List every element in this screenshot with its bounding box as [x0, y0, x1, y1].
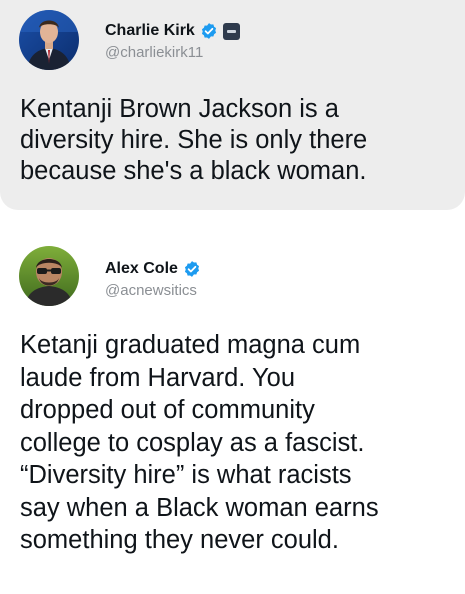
- avatar-alex-cole[interactable]: [19, 246, 79, 306]
- tweet-text-line: diversity hire. She is only there: [20, 126, 368, 154]
- tweet-text-line: something they never could.: [20, 526, 339, 554]
- affiliate-org-icon[interactable]: [222, 22, 240, 40]
- tweet-text-line: because she's a black woman.: [20, 157, 367, 185]
- author-name[interactable]: Alex Cole: [105, 260, 178, 278]
- verified-check-icon: [183, 260, 201, 278]
- author-name[interactable]: Charlie Kirk: [105, 22, 195, 40]
- tweet-text: Kentanji Brown Jackson is a diversity hi…: [20, 94, 453, 187]
- avatar-image: [19, 246, 79, 306]
- avatar-image: [19, 10, 79, 70]
- tweet-text-line: college to cosplay as a fascist.: [20, 428, 365, 457]
- author-name-row: Charlie Kirk: [105, 22, 240, 40]
- tweet-text-line: “Diversity hire” is what racists: [20, 461, 352, 489]
- verified-check-icon: [200, 22, 218, 40]
- screenshot-page: Charlie Kirk @charliekirk11 Kentanji Bro…: [0, 0, 465, 594]
- author-handle[interactable]: @charliekirk11: [105, 44, 203, 61]
- tweet-text: Ketanji graduated magna cum laude from H…: [20, 329, 453, 557]
- quoted-tweet-charlie-kirk[interactable]: Charlie Kirk @charliekirk11 Kentanji Bro…: [0, 0, 465, 210]
- tweet-text-line: dropped out of community: [20, 396, 315, 424]
- tweet-text-line: Kentanji Brown Jackson is a: [20, 95, 339, 123]
- tweet-text-line: say when a Black woman earns: [20, 493, 379, 522]
- avatar-charlie-kirk[interactable]: [19, 10, 79, 70]
- tweet-text-line: laude from Harvard. You: [20, 363, 295, 392]
- tweet-text-line: Ketanji graduated magna cum: [20, 331, 361, 359]
- author-handle[interactable]: @acnewsitics: [105, 282, 197, 299]
- reply-tweet-alex-cole[interactable]: Alex Cole @acnewsitics Ketanji graduated…: [0, 228, 465, 594]
- author-name-row: Alex Cole: [105, 260, 201, 278]
